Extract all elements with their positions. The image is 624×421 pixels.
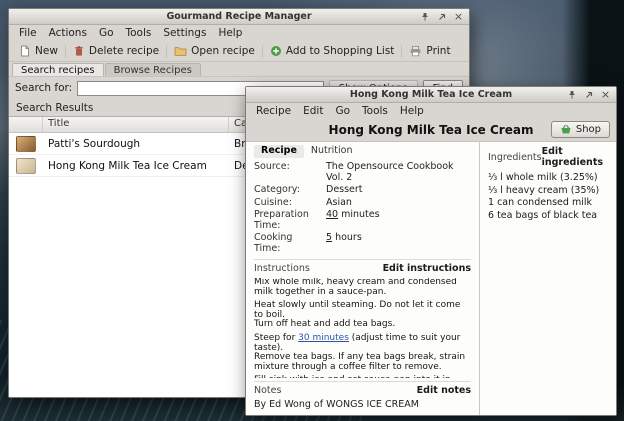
desktop: Gourmand Recipe Manager × File Actions G… (0, 0, 624, 421)
menu-file[interactable]: File (13, 26, 43, 40)
folder-icon (174, 45, 187, 57)
ingredient-item[interactable]: ⅓ l whole milk (3.25%) (488, 172, 608, 185)
recipe-title-cell: Hong Kong Milk Tea Ice Cream (43, 160, 229, 172)
browser-tabs: Search recipes Browse Recipes (9, 62, 469, 77)
menu-help[interactable]: Help (394, 104, 430, 118)
maximize-icon[interactable] (583, 89, 594, 101)
menu-edit[interactable]: Edit (297, 104, 329, 118)
menu-recipe[interactable]: Recipe (250, 104, 297, 118)
tab-recipe[interactable]: Recipe (254, 145, 304, 158)
toolbar-separator (262, 45, 263, 58)
prep-time-label: Preparation Time: (254, 210, 320, 231)
printer-icon (409, 45, 422, 57)
instructions-label: Instructions (254, 263, 310, 274)
recipe-details-pane: Recipe Nutrition Source: The Opensource … (246, 142, 479, 415)
titlebar[interactable]: Gourmand Recipe Manager × (9, 9, 469, 25)
basket-icon (560, 124, 572, 135)
instructions-header: Instructions Edit instructions (254, 259, 471, 274)
pin-icon[interactable] (566, 89, 577, 101)
source-value[interactable]: The Opensource Cookbook Vol. 2 (326, 162, 471, 183)
tab-browse-recipes[interactable]: Browse Recipes (105, 63, 201, 76)
instruction-paragraph: Mix whole milk, heavy cream and condense… (254, 278, 471, 297)
steep-time-link[interactable]: 30 minutes (298, 333, 349, 343)
new-icon (19, 45, 31, 57)
menu-settings[interactable]: Settings (157, 26, 212, 40)
cook-time-label: Cooking Time: (254, 233, 320, 254)
category-label: Category: (254, 185, 320, 196)
toolbar-separator (401, 45, 402, 58)
menu-actions[interactable]: Actions (43, 26, 93, 40)
new-button[interactable]: New (13, 43, 64, 59)
recipe-thumbnail (16, 136, 36, 152)
ingredient-item[interactable]: 1 can condensed milk (488, 197, 608, 210)
menu-go[interactable]: Go (329, 104, 356, 118)
recipe-heading-row: Hong Kong Milk Tea Ice Cream Shop (246, 119, 616, 141)
ingredients-label: Ingredients (488, 152, 542, 163)
source-label: Source: (254, 162, 320, 183)
recipe-card-content: Recipe Nutrition Source: The Opensource … (246, 141, 616, 415)
delete-recipe-button[interactable]: Delete recipe (67, 43, 165, 59)
recipe-thumbnail (16, 158, 36, 174)
menu-go[interactable]: Go (93, 26, 120, 40)
edit-notes-button[interactable]: Edit notes (417, 385, 471, 396)
window-controls: × (419, 9, 464, 24)
edit-instructions-button[interactable]: Edit instructions (383, 263, 471, 274)
shop-button[interactable]: Shop (551, 121, 610, 138)
menubar: Recipe Edit Go Tools Help (246, 103, 616, 119)
column-header-image[interactable] (9, 117, 43, 132)
ingredients-header: Ingredients Edit ingredients (488, 145, 608, 168)
recipe-title-cell: Patti's Sourdough (43, 138, 229, 150)
window-controls: × (566, 87, 611, 102)
print-button[interactable]: Print (403, 43, 456, 59)
toolbar: New Delete recipe Open recipe (9, 41, 469, 62)
add-to-shopping-list-button[interactable]: Add to Shopping List (264, 43, 401, 59)
menu-help[interactable]: Help (212, 26, 248, 40)
menubar: File Actions Go Tools Settings Help (9, 25, 469, 41)
toolbar-separator (166, 45, 167, 58)
maximize-icon[interactable] (436, 11, 447, 23)
notes-header: Notes Edit notes (254, 381, 471, 396)
thumbnail-cell (9, 136, 43, 152)
instructions-text: Mix whole milk, heavy cream and condense… (254, 278, 471, 378)
notes-text: By Ed Wong of WONGS ICE CREAM (254, 396, 471, 411)
ingredient-item[interactable]: 6 tea bags of black tea (488, 210, 608, 223)
pin-icon[interactable] (419, 11, 430, 23)
titlebar[interactable]: Hong Kong Milk Tea Ice Cream × (246, 87, 616, 103)
close-icon[interactable]: × (453, 11, 464, 23)
cuisine-value[interactable]: Asian (326, 198, 471, 209)
window-title: Hong Kong Milk Tea Ice Cream (246, 89, 616, 100)
instruction-paragraph: Heat slowly until steaming. Do not let i… (254, 301, 471, 330)
tab-search-recipes[interactable]: Search recipes (12, 63, 104, 76)
category-value[interactable]: Dessert (326, 185, 471, 196)
search-for-label: Search for: (15, 82, 72, 94)
recipe-card-window: Hong Kong Milk Tea Ice Cream × Recipe Ed… (245, 86, 617, 416)
toolbar-separator (65, 45, 66, 58)
edit-ingredients-button[interactable]: Edit ingredients (542, 146, 608, 168)
thumbnail-cell (9, 158, 43, 174)
recipe-title: Hong Kong Milk Tea Ice Cream (329, 123, 534, 137)
menu-tools[interactable]: Tools (356, 104, 394, 118)
prep-time-value: 40 minutes (326, 210, 471, 231)
add-plus-icon (270, 45, 282, 57)
trash-icon (73, 45, 85, 57)
cook-time-value: 5 hours (326, 233, 471, 254)
open-recipe-button[interactable]: Open recipe (168, 43, 261, 59)
instruction-paragraph: Fill sink with ice and set sauce-pan int… (254, 376, 471, 378)
notes-label: Notes (254, 385, 281, 396)
window-title: Gourmand Recipe Manager (9, 11, 469, 22)
close-icon[interactable]: × (600, 89, 611, 101)
cuisine-label: Cuisine: (254, 198, 320, 209)
tab-nutrition[interactable]: Nutrition (304, 145, 360, 158)
recipe-card-tabs: Recipe Nutrition (254, 145, 471, 158)
ingredients-list: ⅓ l whole milk (3.25%) ⅓ l heavy cream (… (488, 172, 608, 222)
instruction-paragraph: Steep for 30 minutes (adjust time to sui… (254, 334, 471, 372)
recipe-attributes: Source: The Opensource Cookbook Vol. 2 C… (254, 162, 471, 254)
column-header-title[interactable]: Title (43, 117, 229, 132)
ingredient-item[interactable]: ⅓ l heavy cream (35%) (488, 185, 608, 198)
menu-tools[interactable]: Tools (120, 26, 158, 40)
ingredients-pane: Ingredients Edit ingredients ⅓ l whole m… (479, 142, 616, 415)
